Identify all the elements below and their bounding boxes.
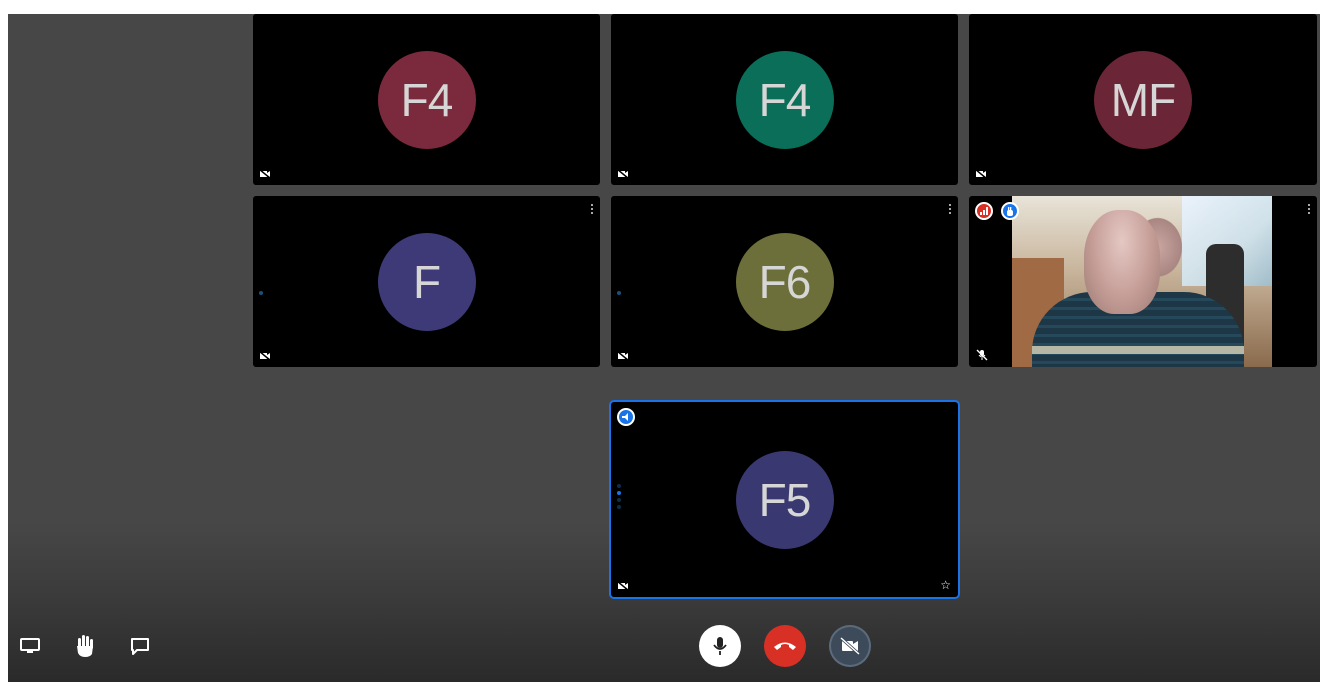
participant-avatar: F4	[377, 50, 476, 149]
left-toolbar	[18, 634, 183, 658]
raise-hand-button[interactable]	[73, 634, 97, 658]
participant-avatar: F	[377, 232, 476, 331]
chat-icon	[131, 638, 149, 655]
speaking-badge-icon	[617, 408, 635, 426]
participant-tile-1[interactable]: F4	[253, 14, 600, 185]
raise-hand-icon	[77, 635, 93, 657]
participant-tile-2[interactable]: F4	[611, 14, 958, 185]
camera-off-icon	[259, 169, 271, 179]
audio-level-indicator	[617, 291, 621, 298]
audio-level-indicator	[617, 484, 621, 512]
more-options-icon[interactable]	[1307, 204, 1311, 216]
more-options-icon[interactable]	[948, 204, 952, 216]
camera-off-icon	[259, 351, 271, 361]
hang-up-icon	[774, 642, 796, 650]
participant-avatar: F5	[735, 450, 834, 549]
camera-off-icon	[617, 581, 629, 591]
chat-button[interactable]	[128, 634, 152, 658]
camera-off-icon	[617, 351, 629, 361]
audio-level-indicator	[259, 291, 263, 298]
participant-avatar: F6	[735, 232, 834, 331]
camera-off-icon	[975, 169, 987, 179]
participant-tile-3[interactable]: MF	[969, 14, 1317, 185]
participant-avatar: F4	[735, 50, 834, 149]
participant-avatar: MF	[1094, 50, 1192, 149]
participant-tile-4[interactable]: F	[253, 196, 600, 367]
raised-hand-icon	[1001, 202, 1019, 220]
participant-tile-7-dominant-speaker[interactable]: F5 ☆	[611, 402, 958, 597]
more-options-icon[interactable]	[590, 204, 594, 216]
participant-video-feed	[1012, 196, 1272, 367]
star-icon[interactable]: ☆	[940, 579, 951, 591]
participant-tile-6-video[interactable]	[969, 196, 1317, 367]
participant-tile-5[interactable]: F6	[611, 196, 958, 367]
camera-off-icon	[617, 169, 629, 179]
microphone-icon	[713, 637, 727, 655]
screen-share-button[interactable]	[18, 634, 42, 658]
microphone-button[interactable]	[699, 625, 741, 667]
connection-quality-icon[interactable]	[975, 202, 993, 220]
screen-share-icon	[20, 638, 40, 653]
hang-up-button[interactable]	[764, 625, 806, 667]
camera-toggle-button[interactable]	[829, 625, 871, 667]
mic-off-icon	[976, 349, 988, 361]
camera-off-icon	[840, 637, 860, 655]
